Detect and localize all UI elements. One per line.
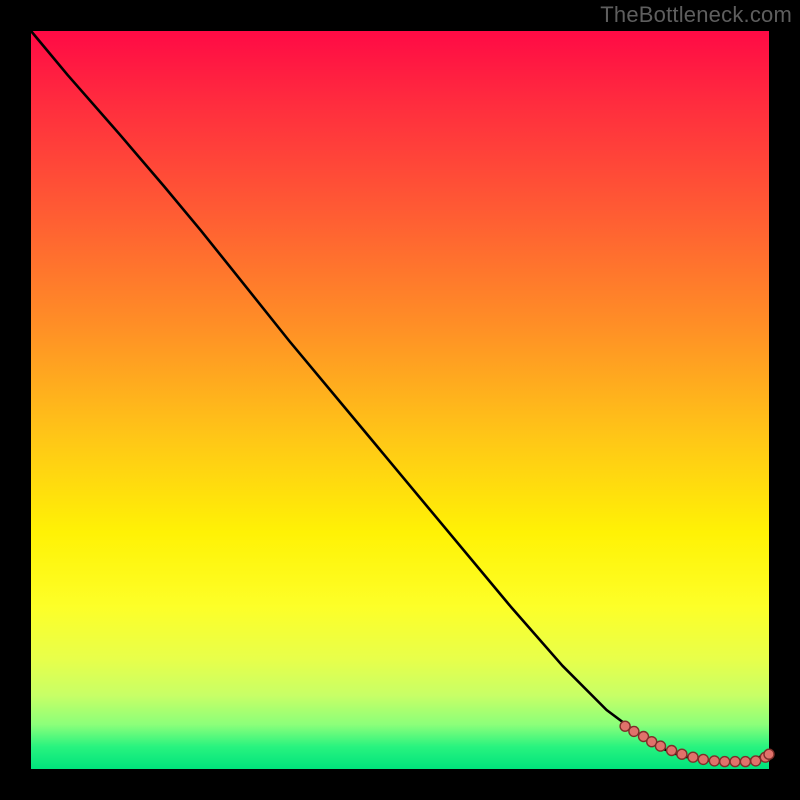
data-point bbox=[656, 741, 666, 751]
data-points bbox=[620, 721, 774, 766]
data-point bbox=[677, 749, 687, 759]
data-point bbox=[730, 757, 740, 767]
attribution-label: TheBottleneck.com bbox=[600, 2, 792, 28]
data-point bbox=[751, 756, 761, 766]
chart-overlay bbox=[31, 31, 769, 769]
chart-frame: TheBottleneck.com bbox=[0, 0, 800, 800]
data-point bbox=[698, 754, 708, 764]
data-point bbox=[720, 757, 730, 767]
data-point bbox=[764, 749, 774, 759]
data-point bbox=[667, 746, 677, 756]
data-point bbox=[740, 757, 750, 767]
data-point bbox=[629, 726, 639, 736]
main-curve bbox=[31, 31, 769, 762]
data-point bbox=[688, 752, 698, 762]
data-point bbox=[709, 756, 719, 766]
